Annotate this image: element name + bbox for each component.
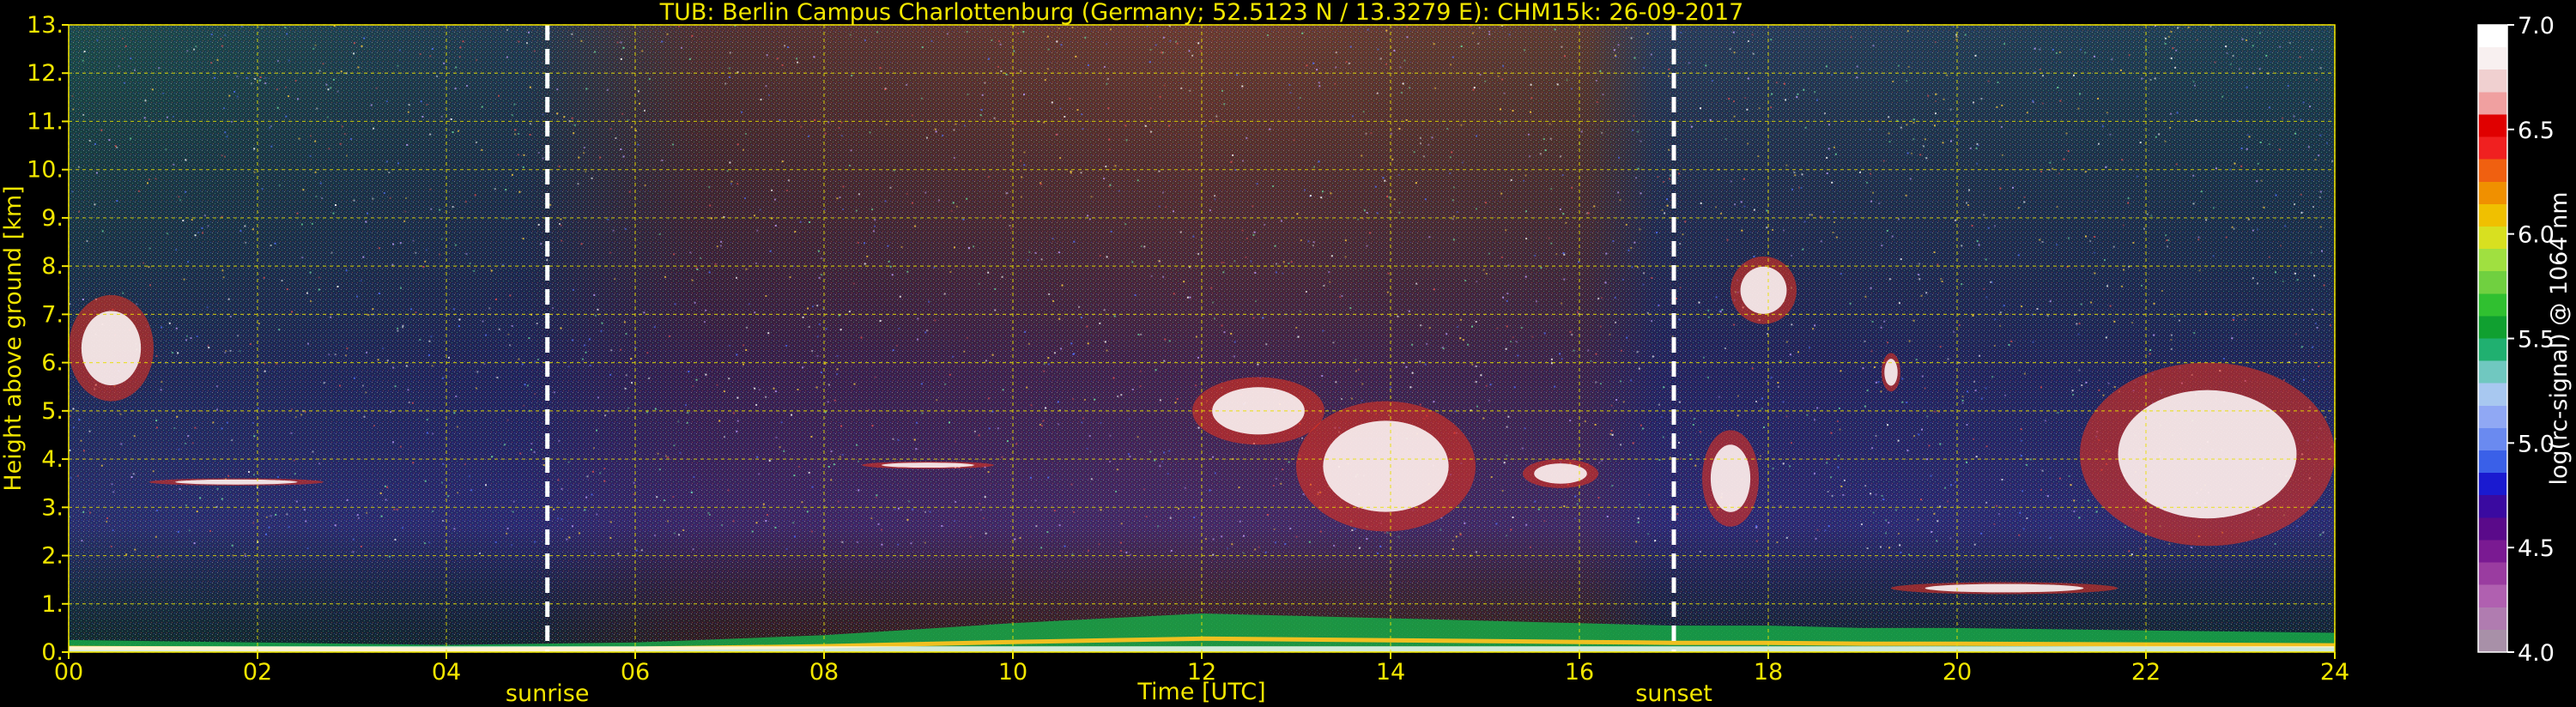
y-tick-label: 4. [41,446,64,473]
y-tick-label: 8. [41,253,64,280]
y-tick-label: 2. [41,543,64,570]
lidar-chart-svg: sunrise sunset 00 02 04 06 08 10 12 14 16 18 20 22 24… [0,0,2573,707]
y-tick-label: 13. [27,12,64,39]
y-tick-label: 7. [41,301,64,328]
cloud-core [2118,390,2297,519]
colorbar-tick-label: 7.0 [2518,13,2555,39]
y-tick-label: 9. [41,205,64,232]
colorbar-tick-label: 6.5 [2518,118,2555,144]
y-axis-label: Height above ground [km] [0,185,27,491]
plot-area [68,25,2337,652]
noise-texture [69,25,2335,652]
cloud-core [1323,420,1449,512]
y-tick-label: 0. [41,639,64,666]
cloud-core [81,311,142,386]
y-tick-label: 12. [27,60,64,87]
x-tick-label: 20 [1943,659,1972,686]
cloud-core [882,462,974,468]
x-tick-label: 18 [1754,659,1783,686]
lidar-chart: sunrise sunset 00 02 04 06 08 10 12 14 16 18 20 22 24… [0,0,2576,707]
y-tick-label: 10. [27,157,64,184]
x-tick-label: 04 [432,659,461,686]
cloud-core [175,479,298,485]
y-tick-label: 6. [41,350,64,377]
cloud-core [1740,266,1787,314]
x-axis-label: Time [UTC] [1136,679,1265,705]
x-tick-label: 24 [2320,659,2349,686]
cloud-core [1924,583,2084,593]
chart-title: TUB: Berlin Campus Charlottenburg (Germa… [659,0,1744,26]
sunrise-label: sunrise [506,680,590,707]
y-tick-label: 11. [27,108,64,135]
cloud-core [1710,444,1751,512]
colorbar-label: log(rc-signal) @ 1064 nm [2546,191,2573,485]
y-tick-label: 1. [41,591,64,618]
x-tick-label: 10 [998,659,1027,686]
y-tick-label: 3. [41,494,64,521]
x-tick-label: 14 [1376,659,1405,686]
x-tick-label: 06 [621,659,650,686]
colorbar-tick-label: 4.0 [2518,640,2555,667]
sunset-label: sunset [1635,680,1712,707]
colorbar: 4.04.55.05.56.06.57.0 [2477,13,2555,667]
x-tick-label: 08 [809,659,839,686]
colorbar-bar [2477,24,2508,653]
x-tick-label: 02 [243,659,272,686]
x-tick-label: 22 [2131,659,2161,686]
y-tick-label: 5. [41,398,64,425]
x-tick-label: 16 [1565,659,1594,686]
colorbar-tick-label: 4.5 [2518,535,2555,562]
